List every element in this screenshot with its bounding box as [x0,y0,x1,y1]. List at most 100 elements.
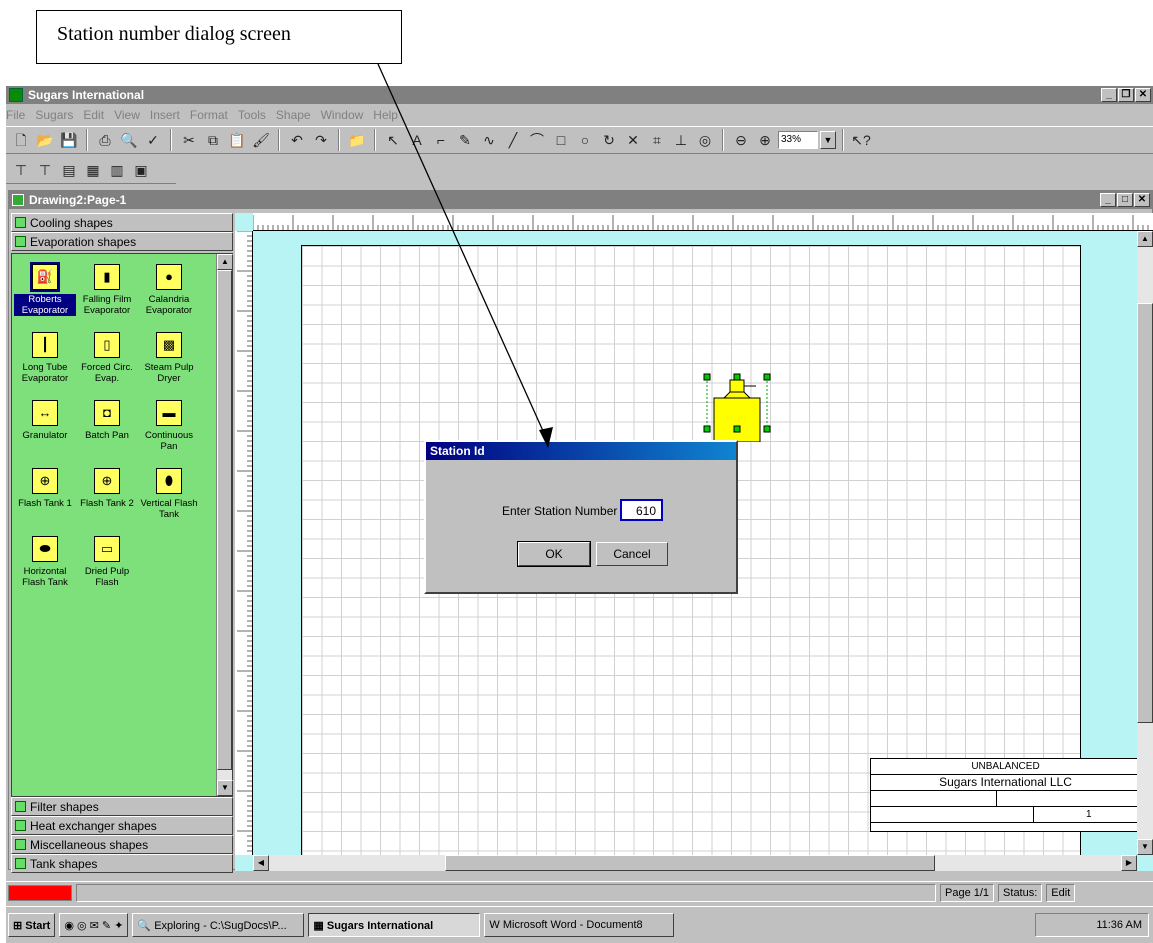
canvas-hscroll-thumb[interactable] [445,855,935,871]
menu-help[interactable]: Help [373,108,398,124]
pointer-tool-icon[interactable]: ↖ [382,129,404,151]
taskbar: ⊞ Start ◉ ◎ ✉ ✎ ✦ 🔍 Exploring - C:\SugDo… [6,906,1153,943]
stencil-tab-miscellaneous[interactable]: Miscellaneous shapes [11,835,233,854]
copy-icon[interactable]: ⧉ [202,129,224,151]
shape-roberts-evaporator[interactable]: ⛽ Roberts Evaporator [14,262,76,316]
text-tool-icon[interactable]: A [406,129,428,151]
shape-label: Long Tube Evaporator [21,362,69,384]
scroll-thumb[interactable] [217,270,232,770]
open-icon[interactable]: 📂 [34,129,56,151]
shape-falling-film-evaporator[interactable]: ▮ Falling Film Evaporator [76,264,138,316]
stencil-tab-label: Filter shapes [30,800,99,814]
shape-granulator[interactable]: ↔ Granulator [14,400,76,441]
crop-tool-icon[interactable]: ⌗ [646,129,668,151]
scroll-down-icon[interactable]: ▼ [217,780,233,796]
rectangle-tool-icon[interactable]: □ [550,129,572,151]
canvas-horizontal-scrollbar[interactable]: ◀ ▶ [253,855,1137,871]
stencil-scrollbar[interactable]: ▲ ▼ [216,254,233,796]
doc-minimize-button[interactable]: _ [1100,193,1116,207]
shape-horizontal-flash-tank[interactable]: ⬬ Horizontal Flash Tank [14,536,76,588]
ok-button[interactable]: OK [517,541,591,567]
layout-icon[interactable]: ◎ [694,129,716,151]
print-preview-icon[interactable]: 🔍 [118,129,140,151]
menu-view[interactable]: View [114,108,140,124]
paste-icon[interactable]: 📋 [226,129,248,151]
restore-button[interactable]: ❐ [1118,88,1134,102]
table-icon[interactable]: ▦ [82,159,104,181]
redo-icon[interactable]: ↷ [310,129,332,151]
doc-maximize-button[interactable]: □ [1117,193,1133,207]
calculator-icon[interactable]: ▣ [130,159,152,181]
doc-close-button[interactable]: ✕ [1134,193,1150,207]
connection-point-icon[interactable]: ✕ [622,129,644,151]
pencil-tool-icon[interactable]: ✎ [454,129,476,151]
canvas-vertical-scrollbar[interactable]: ▲ ▼ [1137,231,1153,855]
cut-icon[interactable]: ✂ [178,129,200,151]
print-icon[interactable]: ⎙ [94,129,116,151]
rotate-tool-icon[interactable]: ↻ [598,129,620,151]
grid-icon[interactable]: ▥ [106,159,128,181]
minimize-button[interactable]: _ [1101,88,1117,102]
properties-icon[interactable]: ▤ [58,159,80,181]
arc-tool-icon[interactable]: ⌒ [526,129,548,151]
shape-long-tube-evaporator[interactable]: ┃ Long Tube Evaporator [14,332,76,384]
ellipse-tool-icon[interactable]: ○ [574,129,596,151]
stencil-tab-evaporation[interactable]: Evaporation shapes [11,232,233,251]
undo-icon[interactable]: ↶ [286,129,308,151]
stencil-tab-cooling[interactable]: Cooling shapes [11,213,233,232]
menu-format[interactable]: Format [190,108,228,124]
stamp-tool-icon[interactable]: ⊥ [670,129,692,151]
spellcheck-icon[interactable]: ✓ [142,129,164,151]
start-button[interactable]: ⊞ Start [8,913,56,937]
selected-evaporator-shape[interactable] [702,372,772,442]
menu-shape[interactable]: Shape [276,108,311,124]
pipe-tool-2-icon[interactable]: ⊤ [34,159,56,181]
menu-edit[interactable]: Edit [83,108,104,124]
canvas-scroll-down-icon[interactable]: ▼ [1137,839,1153,855]
task-sugars-international[interactable]: ▦ Sugars International [308,913,481,937]
menu-tools[interactable]: Tools [238,108,266,124]
canvas-scroll-up-icon[interactable]: ▲ [1137,231,1153,247]
pipe-tool-icon[interactable]: ⊤ [10,159,32,181]
shape-forced-circ-evap[interactable]: ▯ Forced Circ. Evap. [76,332,138,384]
stencil-open-icon[interactable]: 📁 [346,129,368,151]
stencil-tab-tank[interactable]: Tank shapes [11,854,233,873]
canvas-scroll-left-icon[interactable]: ◀ [253,855,269,871]
menu-file[interactable]: File [6,108,25,124]
freeform-tool-icon[interactable]: ∿ [478,129,500,151]
shape-dried-pulp-flash[interactable]: ▭ Dried Pulp Flash [76,536,138,588]
connector-tool-icon[interactable]: ⌐ [430,129,452,151]
task-microsoft-word[interactable]: W Microsoft Word - Document8 [484,913,675,937]
new-icon[interactable]: 🗋 [10,129,32,151]
menu-window[interactable]: Window [321,108,364,124]
zoom-dropdown-icon[interactable]: ▼ [820,131,836,149]
shape-steam-pulp-dryer[interactable]: ▩ Steam Pulp Dryer [138,332,200,384]
scroll-up-icon[interactable]: ▲ [217,254,233,270]
line-tool-icon[interactable]: ╱ [502,129,524,151]
shape-flash-tank-2[interactable]: ⊕ Flash Tank 2 [76,468,138,509]
zoom-out-icon[interactable]: ⊖ [730,129,752,151]
zoom-select[interactable]: 33% [778,131,818,149]
stencil-tab-heat-exchanger[interactable]: Heat exchanger shapes [11,816,233,835]
save-icon[interactable]: 💾 [58,129,80,151]
station-number-input[interactable]: 610 [620,499,663,521]
shape-continuous-pan[interactable]: ▬ Continuous Pan [138,400,200,452]
canvas-scroll-right-icon[interactable]: ▶ [1121,855,1137,871]
flash-tank-2-icon: ⊕ [94,468,120,494]
canvas-vscroll-thumb[interactable] [1137,303,1153,723]
shape-batch-pan[interactable]: ◘ Batch Pan [76,400,138,441]
quick-launch[interactable]: ◉ ◎ ✉ ✎ ✦ [59,913,129,937]
menu-insert[interactable]: Insert [150,108,180,124]
dialog-title: Station Id [426,442,736,460]
help-pointer-icon[interactable]: ↖? [850,129,872,151]
format-painter-icon[interactable]: 🖌 [250,129,272,151]
task-exploring[interactable]: 🔍 Exploring - C:\SugDocs\P... [132,913,305,937]
shape-vertical-flash-tank[interactable]: ⬮ Vertical Flash Tank [138,468,200,520]
shape-calandria-evaporator[interactable]: ● Calandria Evaporator [138,264,200,316]
stencil-tab-filter[interactable]: Filter shapes [11,797,233,816]
shape-flash-tank-1[interactable]: ⊕ Flash Tank 1 [14,468,76,509]
cancel-button[interactable]: Cancel [596,542,668,566]
menu-sugars[interactable]: Sugars [35,108,73,124]
close-button[interactable]: ✕ [1135,88,1151,102]
zoom-in-icon[interactable]: ⊕ [754,129,776,151]
